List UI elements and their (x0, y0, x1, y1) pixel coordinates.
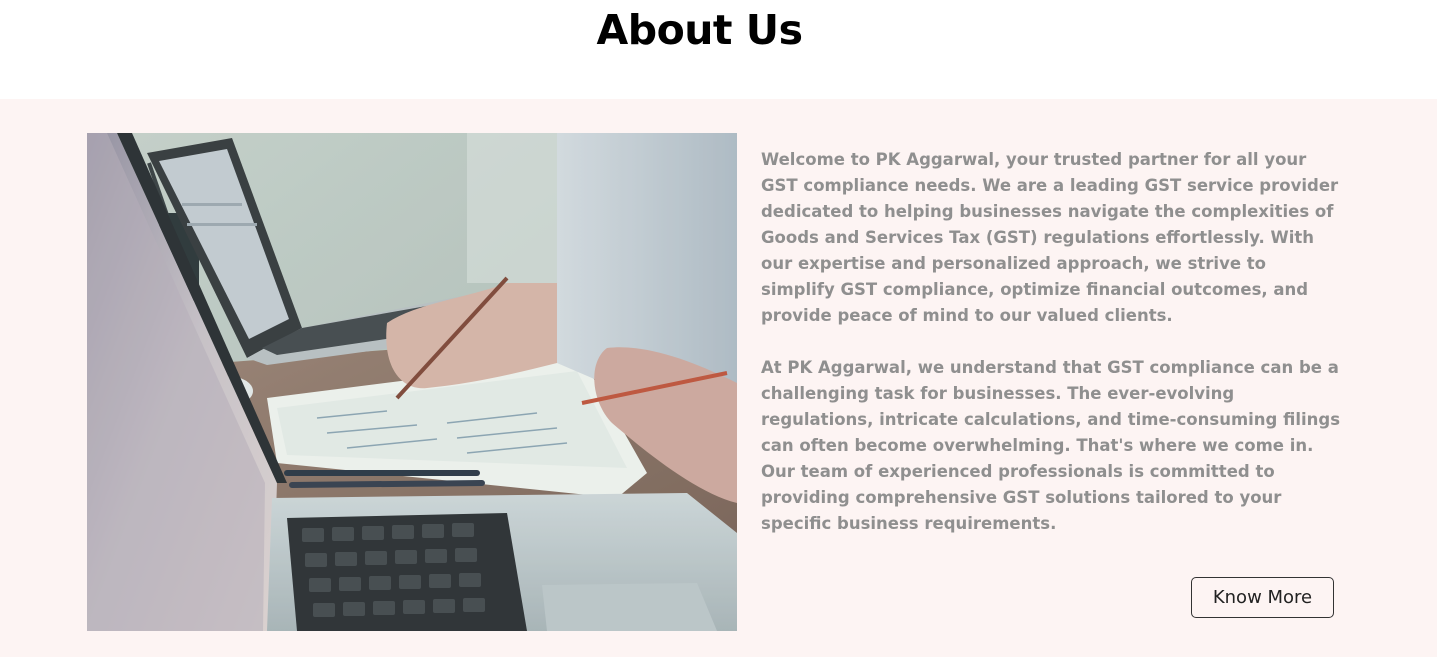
about-section: Welcome to PK Aggarwal, your trusted par… (0, 99, 1437, 657)
about-heading-band: About Us (0, 0, 1437, 99)
about-photo (87, 133, 737, 631)
know-more-button[interactable]: Know More (1191, 577, 1334, 618)
page-title: About Us (596, 6, 803, 54)
about-paragraph-details: At PK Aggarwal, we understand that GST c… (761, 358, 1341, 533)
about-paragraph-intro: Welcome to PK Aggarwal, your trusted par… (761, 150, 1339, 325)
about-text: Welcome to PK Aggarwal, your trusted par… (761, 147, 1341, 537)
